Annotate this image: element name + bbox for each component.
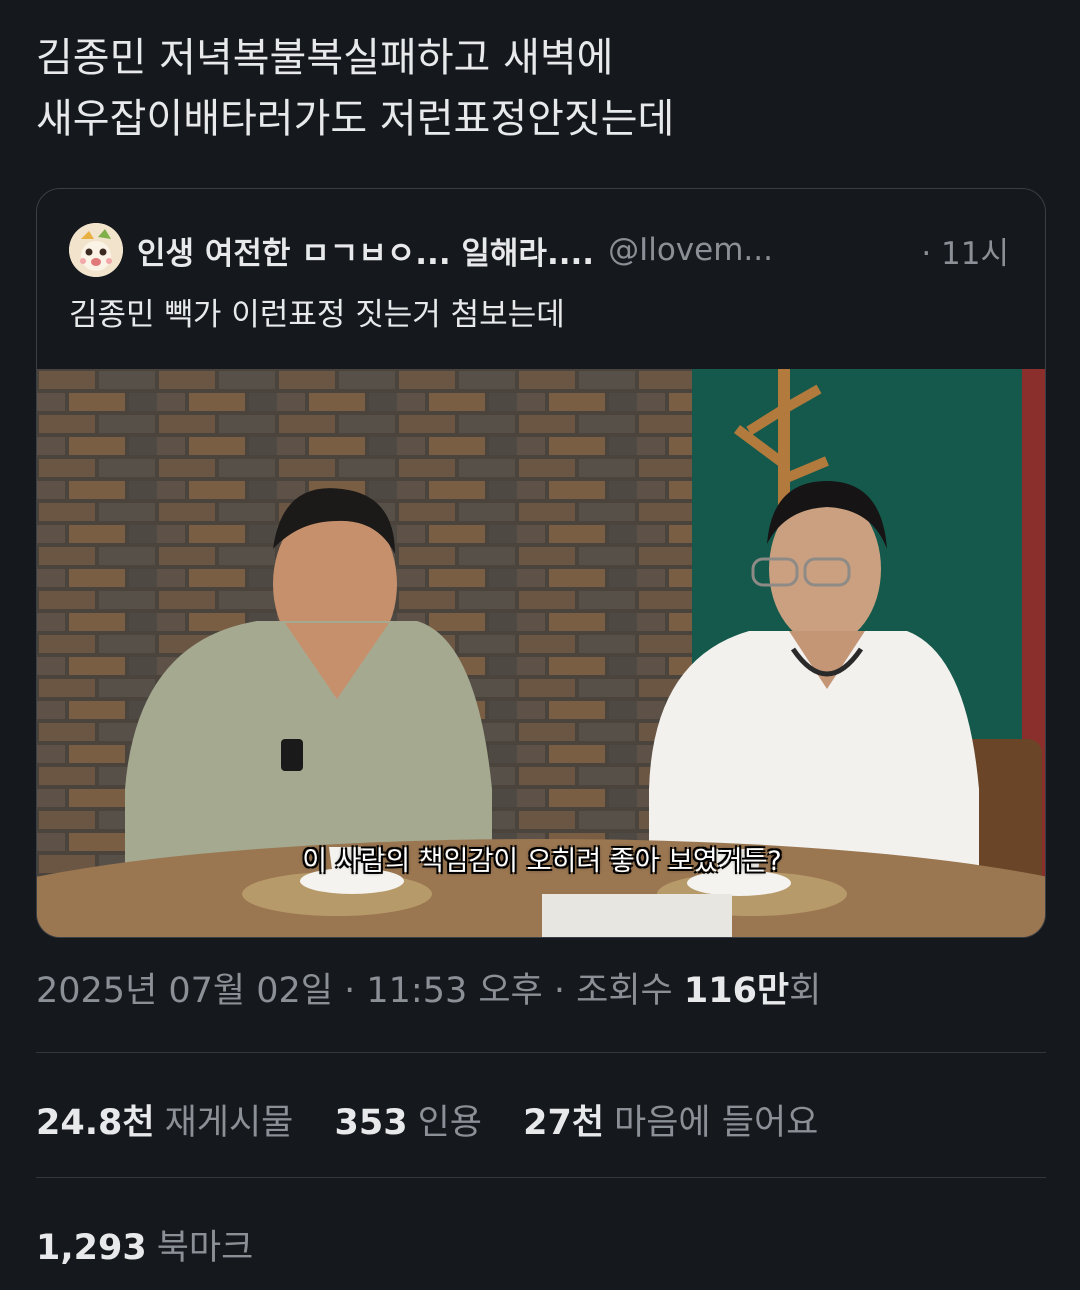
quotes-count: 353 bbox=[334, 1103, 408, 1143]
quoted-tweet-text: 김종민 빽가 이런표정 짓는거 첨보는데 bbox=[69, 297, 565, 333]
reposts-stat[interactable]: 24.8천 재게시물 bbox=[36, 1103, 293, 1143]
view-count: 116만 bbox=[683, 971, 790, 1011]
likes-label: 마음에 들어요 bbox=[614, 1103, 819, 1143]
bookmarks-stat[interactable]: 1,293 북마크 bbox=[36, 1219, 253, 1270]
view-count-suffix: 회 bbox=[789, 971, 822, 1011]
video-subtitle: 이 사람의 책임감이 오히려 좋아 보였거든? bbox=[302, 846, 782, 877]
tweet-text: 김종민 저녁복불복실패하고 새벽에 새우잡이배타러가도 저런표정안짓는데 bbox=[36, 28, 1046, 150]
quoted-tweet[interactable]: 인생 여전한 ㅁㄱㅂㅇ... 일해라.... @Ilovem... · 11시 … bbox=[36, 188, 1046, 938]
quoted-timestamp[interactable]: · 11시 bbox=[921, 228, 1009, 273]
reposts-label: 재게시물 bbox=[164, 1103, 294, 1143]
reposts-count: 24.8천 bbox=[36, 1103, 155, 1143]
quoted-display-name[interactable]: 인생 여전한 ㅁㄱㅂㅇ... 일해라.... bbox=[137, 228, 594, 273]
tweet-line: 새우잡이배타러가도 저런표정안짓는데 bbox=[36, 96, 675, 142]
bookmarks-label: 북마크 bbox=[156, 1228, 254, 1268]
likes-stat[interactable]: 27천 마음에 들어요 bbox=[523, 1103, 818, 1143]
tweet-datetime[interactable]: 2025년 07월 02일 · 11:53 오후 · 조회수 bbox=[36, 971, 684, 1011]
engagement-stats: 24.8천 재게시물 353 인용 27천 마음에 들어요 bbox=[36, 1094, 848, 1145]
divider bbox=[36, 1052, 1046, 1053]
quoted-video-thumbnail[interactable]: 이 사람의 책임감이 오히려 좋아 보였거든? bbox=[37, 369, 1045, 937]
tweet-line: 김종민 저녁복불복실패하고 새벽에 bbox=[36, 35, 614, 81]
divider bbox=[36, 1177, 1046, 1178]
avatar[interactable] bbox=[69, 223, 123, 277]
quotes-label: 인용 bbox=[417, 1103, 482, 1143]
tweet-metadata: 2025년 07월 02일 · 11:53 오후 · 조회수 116만회 bbox=[36, 962, 821, 1013]
quoted-tweet-header: 인생 여전한 ㅁㄱㅂㅇ... 일해라.... @Ilovem... · 11시 bbox=[69, 223, 1009, 277]
likes-count: 27천 bbox=[523, 1103, 605, 1143]
bookmarks-count: 1,293 bbox=[36, 1228, 147, 1268]
quotes-stat[interactable]: 353 인용 bbox=[335, 1103, 482, 1143]
quoted-handle[interactable]: @Ilovem... bbox=[608, 232, 901, 268]
